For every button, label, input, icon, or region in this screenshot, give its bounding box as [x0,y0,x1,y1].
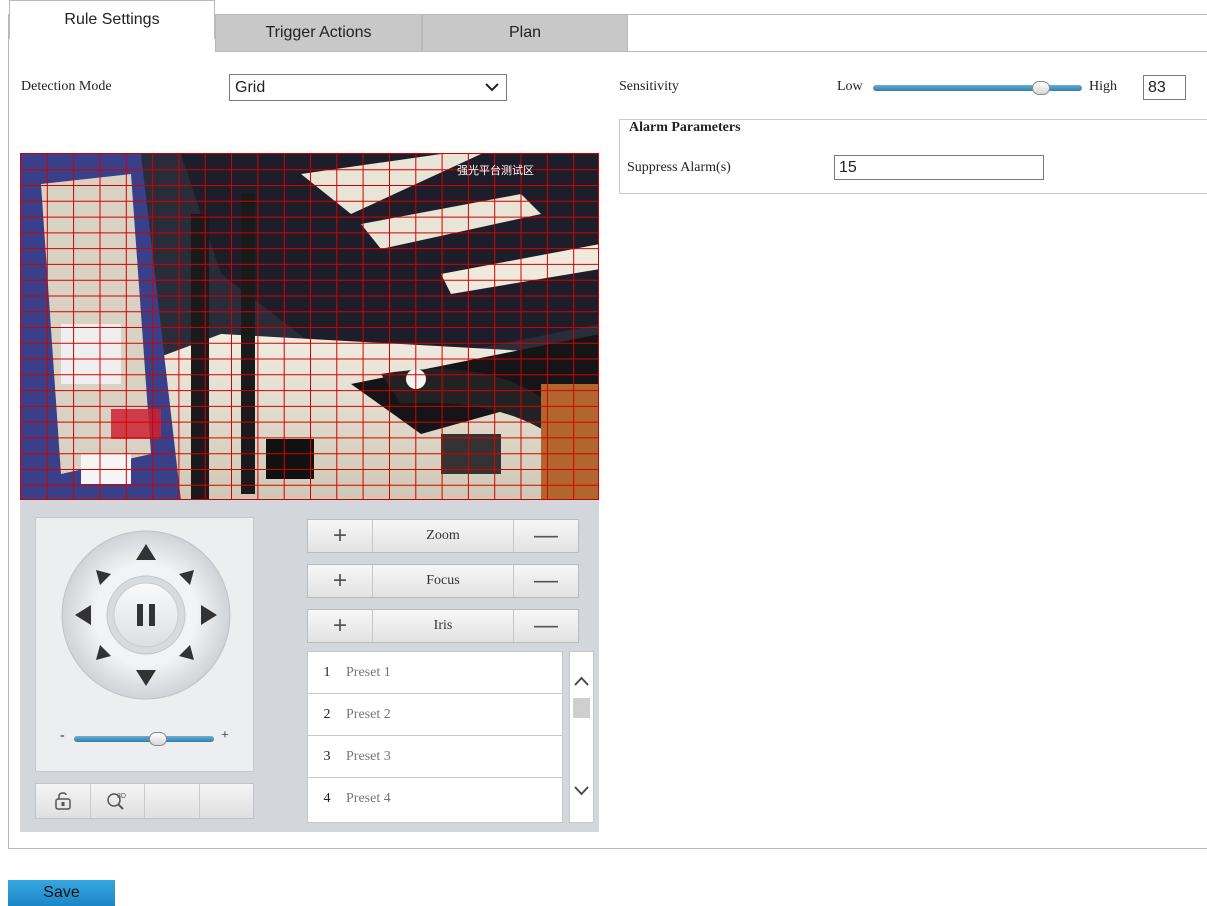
focus-near-button[interactable]: + [308,565,372,597]
suppress-alarm-label: Suppress Alarm(s) [627,160,731,175]
tab-label: Plan [508,24,542,41]
video-overlay-text: 强光平台测试区 [457,164,534,177]
tab-plan[interactable]: Plan [422,14,628,52]
svg-text:3D: 3D [117,793,126,800]
focus-control: + Focus — [307,564,579,598]
iris-open-button[interactable]: + [308,610,372,642]
preset-number: 2 [323,706,331,722]
sensitivity-label: Sensitivity [619,79,679,94]
zoom-control: + Zoom — [307,519,579,553]
scroll-up-icon[interactable] [574,676,589,686]
zoom-label: Zoom [372,520,514,552]
chevron-down-icon [485,83,499,92]
3d-zoom-icon: 3D [107,793,126,810]
preset-number: 1 [323,664,331,680]
iris-close-button[interactable]: — [514,610,578,642]
tab-divider [628,51,1207,52]
ptz-lock-button[interactable] [36,784,91,818]
detection-mode-value: Grid [235,78,266,96]
iris-control: + Iris — [307,609,579,643]
ptz-speed-slider-handle[interactable] [149,732,167,746]
tab-trigger-actions[interactable]: Trigger Actions [215,14,422,52]
preset-list: 1 Preset 1 2 Preset 2 3 Preset 3 4 Preset 4 [307,651,563,823]
video-preview[interactable]: 强光平台测试区 [20,153,599,500]
ptz-direction-panel: - + [35,517,254,772]
zoom-in-button[interactable]: + [308,520,372,552]
alarm-parameters-legend: Alarm Parameters [627,120,743,136]
sensitivity-slider-handle[interactable] [1032,81,1050,95]
preset-name: Preset 2 [346,706,391,722]
scroll-down-icon[interactable] [574,786,589,796]
speed-plus-label: + [221,728,229,743]
iris-label: Iris [372,610,514,642]
ptz-speed-slider[interactable] [74,736,214,742]
scrollbar-thumb[interactable] [573,698,590,718]
tab-label: Trigger Actions [265,24,372,41]
suppress-alarm-input[interactable]: 15 [834,155,1044,180]
focus-far-button[interactable]: — [514,565,578,597]
preset-name: Preset 3 [346,748,391,764]
preset-scrollbar[interactable] [569,651,594,823]
tab-label: Rule Settings [64,11,160,28]
ptz-3d-zoom-button[interactable]: 3D [91,784,145,818]
ptz-tool-empty-1[interactable] [145,784,200,818]
camera-scene-image [21,154,598,499]
save-button[interactable]: Save [8,880,115,906]
list-item[interactable]: 3 Preset 3 [308,736,562,778]
detection-mode-label: Detection Mode [21,79,112,94]
sensitivity-high-label: High [1089,79,1117,94]
ptz-tool-empty-2[interactable] [200,784,254,818]
sensitivity-slider[interactable] [873,85,1082,91]
list-item[interactable]: 4 Preset 4 [308,778,562,820]
sensitivity-value-input[interactable]: 83 [1143,75,1186,100]
lock-icon [55,792,71,810]
focus-label: Focus [372,565,514,597]
tab-rule-settings[interactable]: Rule Settings [9,0,215,39]
detection-mode-select[interactable]: Grid [229,74,507,101]
pause-icon[interactable] [113,582,179,648]
preset-name: Preset 1 [346,664,391,680]
zoom-out-button[interactable]: — [514,520,578,552]
sensitivity-low-label: Low [837,79,863,94]
list-item[interactable]: 2 Preset 2 [308,694,562,736]
preset-number: 3 [323,748,331,764]
preset-number: 4 [323,791,331,806]
ptz-tool-bar: 3D [35,783,254,819]
list-item[interactable]: 1 Preset 1 [308,652,562,694]
speed-minus-label: - [60,728,65,743]
preset-name: Preset 4 [346,791,391,806]
